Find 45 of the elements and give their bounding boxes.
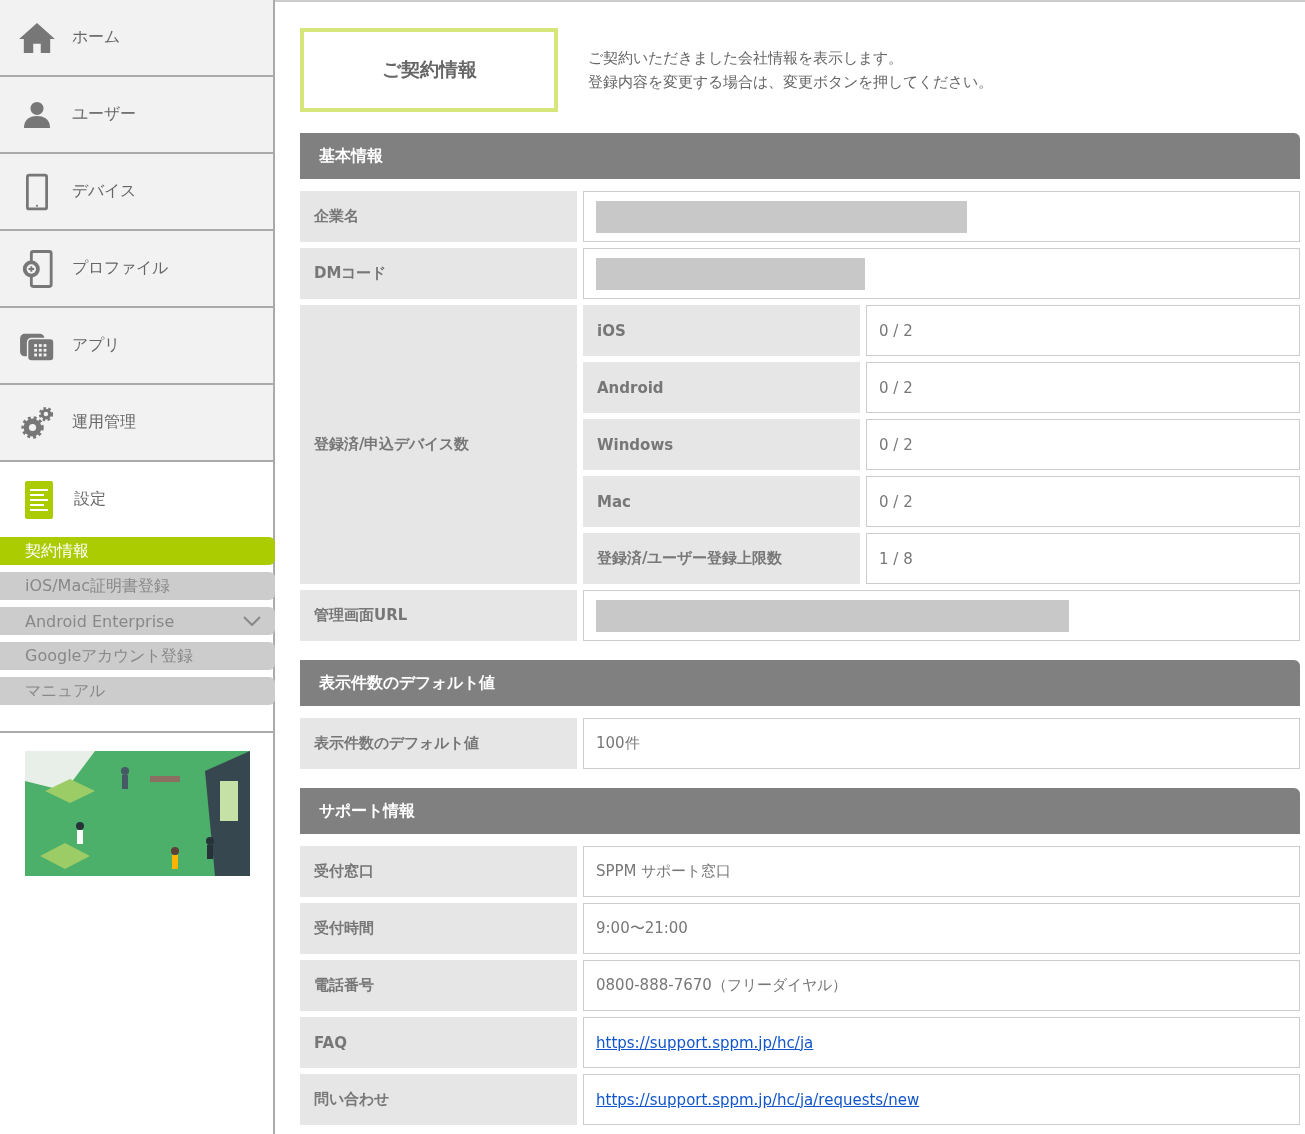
label-cell: 受付窓口 [300, 846, 577, 897]
nav-item[interactable]: デバイス [0, 154, 273, 231]
nav-item[interactable]: プロファイル [0, 231, 273, 308]
description-text: 登録内容を変更する場合は、変更ボタンを押してください。 [588, 72, 993, 93]
chevron-down-icon [243, 616, 261, 626]
label-cell: iOS [583, 305, 860, 356]
value-cell: 9:00〜21:00 [583, 903, 1300, 954]
value-cell: 100件 [583, 718, 1300, 769]
label-cell: DMコード [300, 248, 577, 299]
document-icon [25, 480, 53, 519]
value-cell: 0 / 2 [866, 305, 1300, 356]
value-cell: 0 / 2 [866, 476, 1300, 527]
label-cell: 登録済/ユーザー登録上限数 [583, 533, 860, 584]
nav-item[interactable]: ホーム [0, 0, 273, 77]
label-cell: 表示件数のデフォルト値 [300, 718, 577, 769]
phone-gear-icon [20, 249, 54, 288]
section-header: 表示件数のデフォルト値 [300, 660, 1300, 706]
label-cell: Android [583, 362, 860, 413]
link[interactable]: https://support.sppm.jp/hc/ja [596, 1033, 814, 1052]
nav-item[interactable]: アプリ [0, 308, 273, 385]
label-cell: 登録済/申込デバイス数 [300, 305, 577, 584]
label-cell: Windows [583, 419, 860, 470]
nav-item[interactable]: 運用管理 [0, 385, 273, 462]
label-cell: 問い合わせ [300, 1074, 577, 1125]
value-cell: SPPM サポート窓口 [583, 846, 1300, 897]
link[interactable]: https://support.sppm.jp/hc/ja/requests/new [596, 1090, 920, 1109]
description-text: ご契約いただきました会社情報を表示します。 [588, 48, 904, 69]
label-cell: Mac [583, 476, 860, 527]
page-title: ご契約情報 [300, 28, 558, 112]
label-cell: 受付時間 [300, 903, 577, 954]
label-cell: FAQ [300, 1017, 577, 1068]
value-cell: 0 / 2 [866, 419, 1300, 470]
label-cell: 企業名 [300, 191, 577, 242]
value-cell: 0 / 2 [866, 362, 1300, 413]
value-cell: 0800-888-7670（フリーダイヤル） [583, 960, 1300, 1011]
section-header: サポート情報 [300, 788, 1300, 834]
value-cell: 1 / 8 [866, 533, 1300, 584]
label-cell: 電話番号 [300, 960, 577, 1011]
user-icon [23, 100, 51, 129]
nav-item[interactable]: ユーザー [0, 77, 273, 154]
smartphone-icon [26, 172, 48, 211]
gears-icon [20, 405, 54, 440]
home-icon [18, 21, 56, 54]
section-header: 基本情報 [300, 133, 1300, 179]
label-cell: 管理画面URL [300, 590, 577, 641]
